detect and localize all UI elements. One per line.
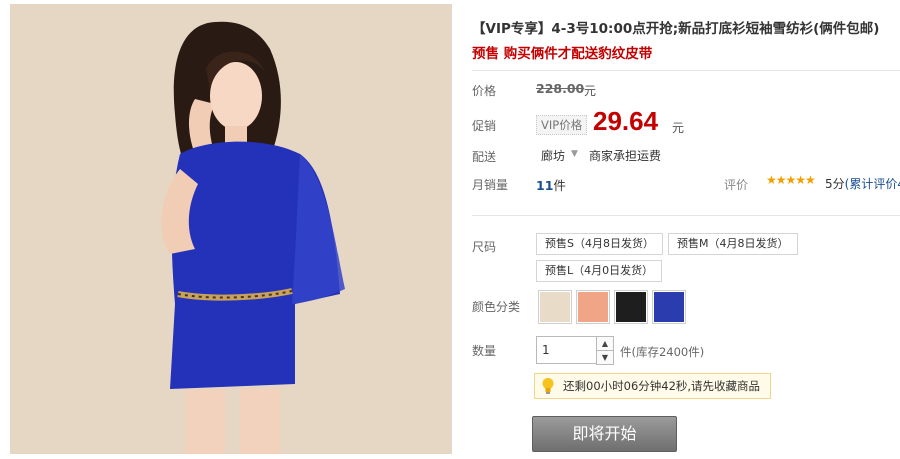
rating-score: 5分 [825,177,845,191]
quantity-decrement-button[interactable]: ▼ [596,350,614,365]
color-swatch-black[interactable] [614,290,648,324]
promo-label: 促销 [472,119,497,133]
chevron-down-icon[interactable]: ▼ [571,149,578,159]
product-subtitle: 预售 购买俩件才配送豹纹皮带 [472,46,653,62]
size-option-m[interactable]: 预售M（4月8日发货） [668,233,798,255]
color-swatch-salmon[interactable] [576,290,610,324]
quantity-unit: 件 [620,345,632,359]
promo-price: 29.64 [593,106,659,136]
size-option-s[interactable]: 预售S（4月8日发货） [536,233,663,255]
rating-summary[interactable]: 5分(累计评价4 [825,175,900,192]
divider [472,70,900,71]
rating-count-link[interactable]: (累计评价4 [845,177,900,191]
quantity-increment-button[interactable]: ▲ [596,336,614,351]
promo-price-unit: 元 [672,121,685,135]
color-swatch-cream[interactable] [538,290,572,324]
lightbulb-icon [542,378,554,394]
color-swatch-blue[interactable] [652,290,686,324]
color-label: 颜色分类 [472,300,521,314]
product-info-panel: 【VIP专享】4-3号10:00点开抢;新品打底衫短袖雪纺衫(俩件包邮) 预售 … [472,0,900,459]
monthly-sales: 11件 [536,175,566,194]
monthly-sales-unit: 件 [553,178,566,193]
original-price: 228.00 [536,81,585,96]
product-title[interactable]: 【VIP专享】4-3号10:00点开抢;新品打底衫短袖雪纺衫(俩件包邮) [472,17,900,37]
vip-price-tag: VIP价格 [536,115,588,135]
rating-stars-icon: ★★★★★ [766,173,816,187]
shipping-city-select[interactable]: 廊坊 [541,147,565,164]
monthly-sales-label: 月销量 [472,178,509,192]
quantity-label: 数量 [472,344,497,358]
coming-soon-button[interactable]: 即将开始 [532,416,677,452]
swatch-image [578,292,608,322]
model-illustration [161,21,345,454]
divider [472,215,900,216]
swatch-image [540,292,570,322]
stock-info: 件(库存2400件) [620,344,704,360]
monthly-sales-count: 11 [536,178,554,193]
original-price-unit: 元 [584,84,597,98]
countdown-text: 还剩00小时06分钟42秒,请先收藏商品 [563,379,761,393]
swatch-image [616,292,646,322]
countdown-notice: 还剩00小时06分钟42秒,请先收藏商品 [534,373,772,399]
size-option-l[interactable]: 预售L（4月0日发货） [536,260,663,282]
size-label: 尺码 [472,240,497,254]
shipping-label: 配送 [472,150,497,164]
rating-label: 评价 [724,178,749,192]
quantity-input[interactable] [536,336,599,364]
stock-count: (库存2400件) [631,345,705,359]
product-photo [10,4,452,454]
swatch-image [654,292,684,322]
shipping-note: 商家承担运费 [589,149,662,163]
price-label: 价格 [472,84,497,98]
